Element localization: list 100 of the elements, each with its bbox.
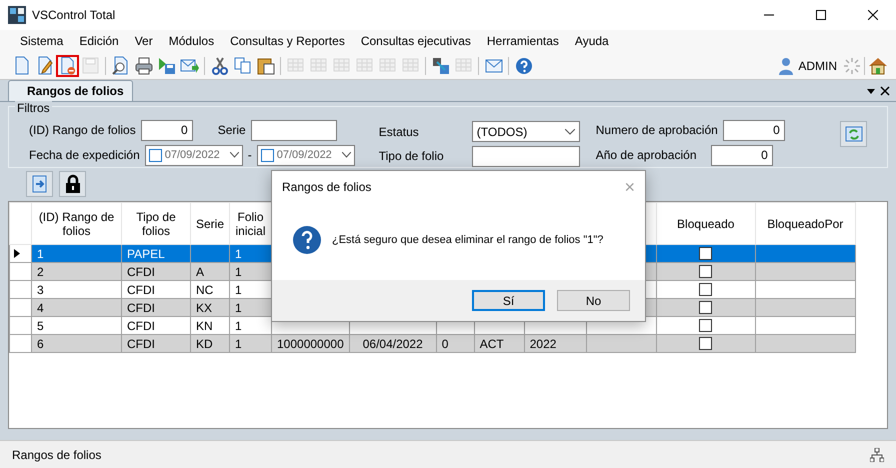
dialog-button[interactable]: Sí bbox=[472, 290, 545, 311]
table-cell: 1000000000 bbox=[272, 334, 350, 352]
table-cell: NC bbox=[190, 280, 230, 298]
reload-button[interactable] bbox=[26, 171, 53, 197]
table-cell: 4 bbox=[32, 298, 122, 316]
table-cell: KX bbox=[190, 298, 230, 316]
column-header: (ID) Rango de folios bbox=[32, 202, 122, 244]
toolbar-button[interactable] bbox=[56, 54, 79, 76]
arrow-document-icon bbox=[30, 175, 48, 193]
column-header: Serie bbox=[190, 202, 230, 244]
column-header: BloqueadoPor bbox=[755, 202, 856, 244]
table-cell: CFDI bbox=[122, 262, 190, 280]
table-cell: CFDI bbox=[122, 298, 190, 316]
estatus-dropdown[interactable]: (TODOS) bbox=[472, 121, 580, 142]
table-cell: 1 bbox=[230, 316, 272, 334]
date-picker[interactable]: 07/09/2022 bbox=[256, 144, 355, 166]
date-separator: - bbox=[248, 148, 252, 162]
document-tab[interactable]: Rangos de folios bbox=[8, 80, 133, 101]
checkbox[interactable] bbox=[148, 148, 162, 162]
chevron-down-icon bbox=[564, 128, 575, 135]
chevron-down-icon bbox=[230, 152, 239, 158]
help-icon bbox=[514, 56, 534, 76]
checkbox[interactable] bbox=[699, 283, 712, 296]
scissors-icon bbox=[210, 56, 230, 76]
checkbox[interactable] bbox=[699, 301, 712, 314]
user-name: ADMIN bbox=[798, 58, 837, 72]
export-icon bbox=[156, 56, 176, 76]
spinner-icon bbox=[843, 56, 861, 74]
status-text: Rangos de folios bbox=[12, 448, 102, 462]
table-cell: PAPEL bbox=[122, 244, 190, 262]
table-cell: ACT bbox=[474, 334, 524, 352]
dialog-title: Rangos de folios bbox=[282, 180, 372, 194]
table-cell: 3 bbox=[32, 280, 122, 298]
menu-item[interactable]: Consultas y Reportes bbox=[222, 34, 353, 48]
magnifier-document-icon bbox=[110, 56, 130, 76]
network-icon bbox=[870, 448, 884, 462]
table-cell: 1 bbox=[230, 280, 272, 298]
refresh-button[interactable] bbox=[840, 121, 867, 147]
table-cell: 1 bbox=[230, 262, 272, 280]
checkbox[interactable] bbox=[260, 148, 274, 162]
field-label: Año de aprobación bbox=[596, 148, 698, 162]
menu-item[interactable]: Ver bbox=[126, 34, 161, 48]
maximize-icon bbox=[816, 10, 826, 20]
menu-item[interactable]: Sistema bbox=[12, 34, 72, 48]
printer-icon bbox=[134, 56, 154, 76]
chevron-down-icon bbox=[342, 152, 351, 158]
menu-item[interactable]: Ayuda bbox=[566, 34, 617, 48]
table-cell: 1 bbox=[230, 244, 272, 262]
lock-button[interactable] bbox=[59, 171, 86, 197]
menu-item[interactable]: Edición bbox=[71, 34, 127, 48]
table-cell: 2022 bbox=[524, 334, 586, 352]
field-label: (ID) Rango de folios bbox=[29, 123, 136, 137]
table-cell: A bbox=[190, 262, 230, 280]
serie-input-field[interactable] bbox=[250, 120, 337, 140]
dropdown-value: (TODOS) bbox=[476, 124, 528, 139]
refresh-icon bbox=[844, 125, 862, 143]
menu-item[interactable]: Herramientas bbox=[478, 34, 567, 48]
field-label: Estatus bbox=[378, 124, 420, 139]
table-cell: CFDI bbox=[122, 334, 190, 352]
close-icon[interactable] bbox=[880, 86, 890, 96]
group-title: Filtros bbox=[15, 101, 52, 115]
menu-item[interactable]: Módulos bbox=[160, 34, 222, 48]
user-icon bbox=[778, 56, 794, 74]
table-cell: KN bbox=[190, 316, 230, 334]
table-cell: 2 bbox=[32, 262, 122, 280]
menu-item[interactable]: Consultas ejecutivas bbox=[352, 34, 479, 48]
checkbox[interactable] bbox=[699, 247, 712, 260]
anio-input-field[interactable]: 0 bbox=[710, 144, 773, 166]
table-cell: 5 bbox=[32, 316, 122, 334]
tipo-input-field[interactable] bbox=[472, 146, 580, 167]
app-logo-icon bbox=[8, 6, 26, 24]
checkbox[interactable] bbox=[699, 337, 712, 350]
window-title: VSControl Total bbox=[32, 8, 116, 22]
dialog-button[interactable]: No bbox=[557, 290, 630, 311]
dialog-message: ¿Está seguro que desea eliminar el rango de folios "1"? bbox=[332, 234, 604, 246]
copy-icon bbox=[232, 56, 252, 76]
table-cell: 1 bbox=[32, 244, 122, 262]
table-cell: 0 bbox=[436, 334, 474, 352]
field-label: Tipo de folio bbox=[378, 149, 445, 164]
home-icon[interactable] bbox=[868, 56, 888, 74]
checkbox[interactable] bbox=[699, 319, 712, 332]
table-cell: CFDI bbox=[122, 316, 190, 334]
row-pointer-icon bbox=[14, 248, 20, 258]
checkbox[interactable] bbox=[699, 265, 712, 278]
column-header: Tipo de folios bbox=[122, 202, 190, 244]
field-label: Numero de aprobación bbox=[596, 123, 718, 137]
field-label: Serie bbox=[218, 123, 246, 137]
close-icon bbox=[868, 10, 878, 20]
numero-input-field[interactable]: 0 bbox=[722, 120, 785, 140]
id-input-field[interactable]: 0 bbox=[140, 120, 193, 140]
question-icon bbox=[292, 224, 322, 254]
link-icon bbox=[430, 56, 450, 76]
padlock-icon bbox=[64, 174, 80, 194]
table-cell: 6 bbox=[32, 334, 122, 352]
date-picker[interactable]: 07/09/2022 bbox=[144, 144, 243, 166]
table-row[interactable]: 6 CFDI KD 1 1000000000 06/04/2022 0 ACT 2022 bbox=[10, 334, 856, 352]
table-cell: 06/04/2022 bbox=[349, 334, 436, 352]
table-cell: 1 bbox=[230, 334, 272, 352]
field-label: Fecha de expedición bbox=[29, 148, 140, 162]
clipboard-icon bbox=[256, 56, 276, 76]
